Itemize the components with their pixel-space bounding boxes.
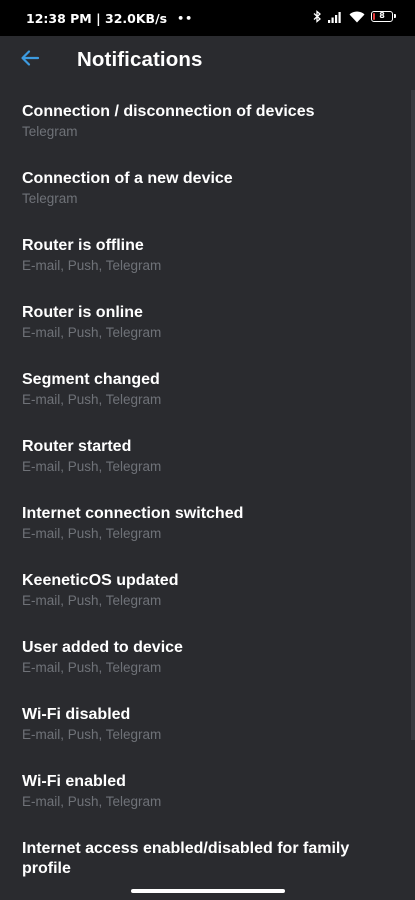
notification-item[interactable]: KeeneticOS updated E-mail, Push, Telegram [0, 567, 415, 634]
notification-title: User added to device [22, 639, 183, 656]
notification-title: Segment changed [22, 371, 160, 388]
status-left: 12:38 PM | 32.0KB/s •• [26, 11, 193, 26]
scrollbar[interactable] [411, 90, 415, 740]
notification-channels: Telegram [22, 124, 78, 139]
notification-item[interactable]: User added to device E-mail, Push, Telegr… [0, 634, 415, 701]
notification-channels: E-mail, Push, Telegram [22, 593, 162, 608]
notification-title: KeeneticOS updated [22, 572, 179, 589]
battery-text: 8 [379, 11, 385, 20]
notification-channels: E-mail, Push, Telegram [22, 325, 162, 340]
page-title: Notifications [77, 48, 203, 71]
notification-title: Internet access enabled/disabled for fam… [22, 840, 350, 877]
notification-title: Router is online [22, 304, 143, 321]
notification-title: Wi-Fi enabled [22, 773, 126, 790]
status-dots: •• [177, 12, 194, 25]
wifi-icon [349, 11, 365, 23]
notification-channels: E-mail, Push, Telegram [22, 660, 162, 675]
notification-item[interactable]: Router started E-mail, Push, Telegram [0, 433, 415, 500]
notification-title: Connection / disconnection of devices [22, 103, 315, 120]
status-right: 8 [313, 10, 396, 23]
home-indicator[interactable] [131, 889, 285, 893]
signal-icon [328, 11, 343, 23]
notification-title: Wi-Fi disabled [22, 706, 131, 723]
notification-item[interactable]: Wi-Fi disabled E-mail, Push, Telegram [0, 701, 415, 768]
notification-item[interactable]: Segment changed E-mail, Push, Telegram [0, 366, 415, 433]
bluetooth-icon [313, 10, 322, 23]
notification-channels: E-mail, Push, Telegram [22, 526, 162, 541]
notifications-screen: 12:38 PM | 32.0KB/s •• 8 Notifications C… [0, 0, 415, 900]
notification-channels: Telegram [22, 191, 78, 206]
status-bar: 12:38 PM | 32.0KB/s •• 8 [0, 0, 415, 36]
notification-channels: E-mail, Push, Telegram [22, 727, 162, 742]
notification-channels: E-mail, Push, Telegram [22, 392, 162, 407]
app-bar: Notifications [0, 36, 415, 84]
notification-item[interactable]: Connection of a new device Telegram [0, 165, 415, 232]
battery-icon: 8 [371, 11, 396, 22]
notification-title: Router started [22, 438, 132, 455]
notification-item[interactable]: Router is online E-mail, Push, Telegram [0, 299, 415, 366]
notification-item[interactable]: Router is offline E-mail, Push, Telegram [0, 232, 415, 299]
status-time-speed: 12:38 PM | 32.0KB/s [26, 11, 168, 26]
notification-title: Router is offline [22, 237, 144, 254]
notification-item[interactable]: Internet connection switched E-mail, Push… [0, 500, 415, 567]
notification-title: Connection of a new device [22, 170, 233, 187]
notification-item[interactable]: Connection / disconnection of devices Tel… [0, 98, 415, 165]
arrow-left-icon [20, 49, 40, 72]
notification-item[interactable]: Wi-Fi enabled E-mail, Push, Telegram [0, 768, 415, 835]
back-button[interactable] [14, 44, 46, 76]
notification-channels: E-mail, Push, Telegram [22, 459, 162, 474]
notification-channels: E-mail, Push, Telegram [22, 258, 162, 273]
notification-list: Connection / disconnection of devices Tel… [0, 98, 415, 900]
notification-channels: E-mail, Push, Telegram [22, 794, 162, 809]
notification-title: Internet connection switched [22, 505, 244, 522]
